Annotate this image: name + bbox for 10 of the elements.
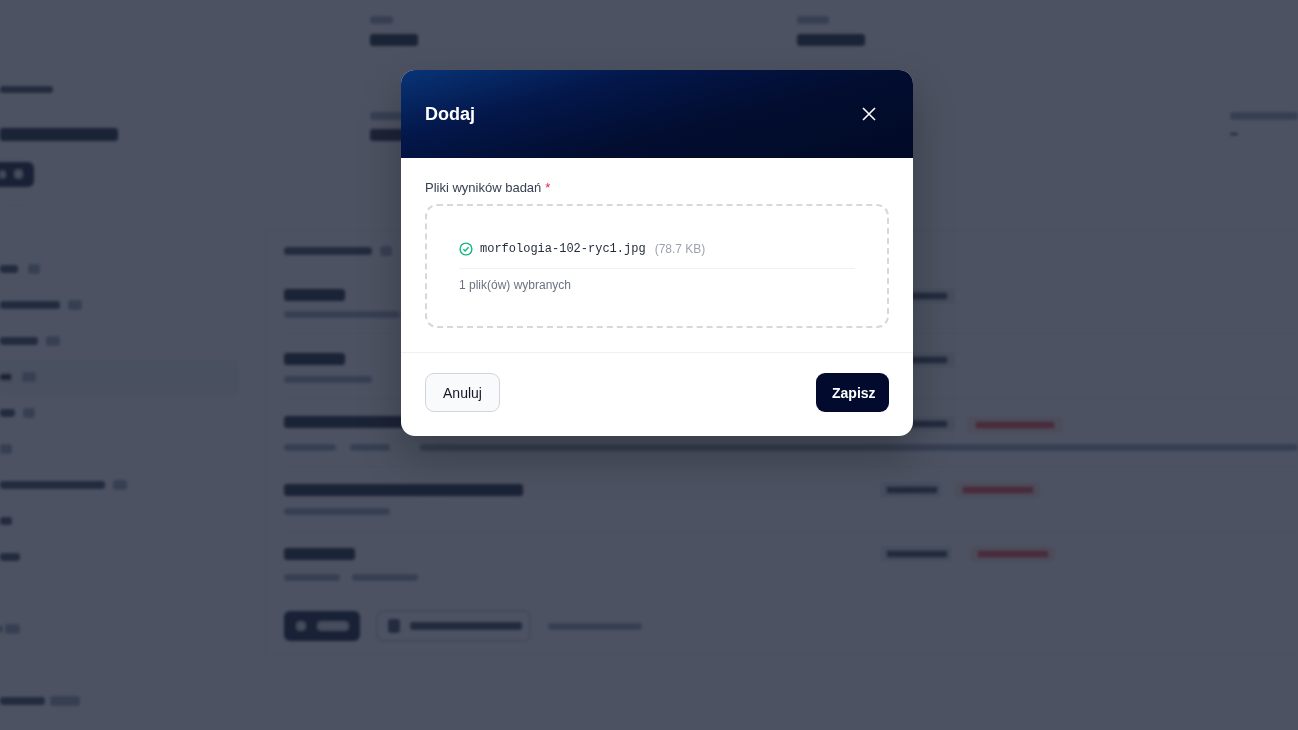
file-drop-zone[interactable]: morfologia-102-ryc1.jpg (78.7 KB) 1 plik(ów) wybranych [425, 204, 889, 328]
close-button[interactable] [862, 107, 876, 121]
dialog-title: Dodaj [425, 103, 475, 125]
file-size: (78.7 KB) [654, 242, 706, 256]
cancel-button[interactable]: Anuluj [425, 373, 500, 412]
field-label: Pliki wyników badań * [425, 180, 551, 196]
selected-count-text: 1 plik(ów) wybranych [459, 278, 572, 293]
save-button[interactable]: Zapisz [816, 373, 889, 412]
file-name: morfologia-102-ryc1.jpg [480, 242, 646, 256]
close-icon [862, 107, 876, 121]
